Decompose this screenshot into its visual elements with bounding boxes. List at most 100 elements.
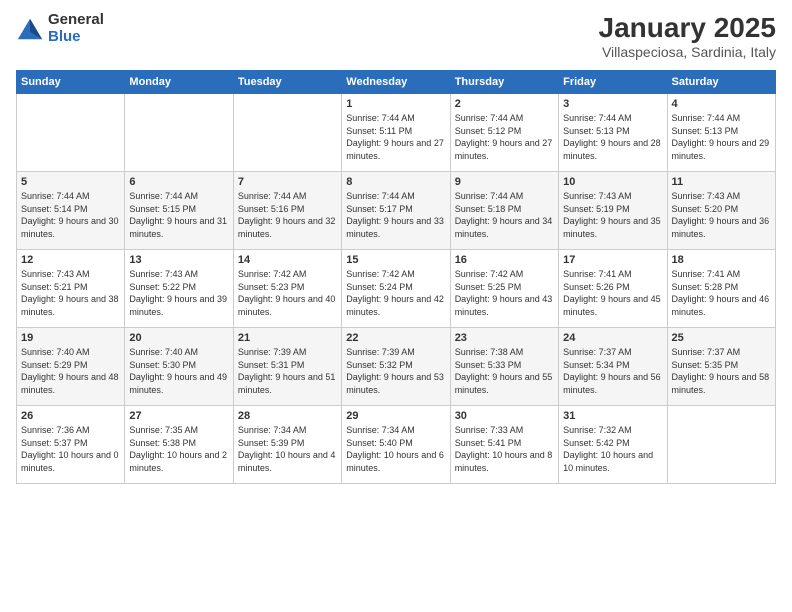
calendar-cell: 19Sunrise: 7:40 AM Sunset: 5:29 PM Dayli… <box>17 328 125 406</box>
logo-text: General Blue <box>48 12 104 45</box>
calendar-week-0: 1 Sunrise: 7:44 AM Sunset: 5:11 PM Daylig… <box>17 94 776 172</box>
page: General Blue January 2025 Villaspeciosa,… <box>0 0 792 612</box>
col-friday: Friday <box>559 71 667 94</box>
day-info: Sunrise: 7:42 AM Sunset: 5:24 PM Dayligh… <box>346 268 445 318</box>
col-tuesday: Tuesday <box>233 71 341 94</box>
calendar-cell: 29 Sunrise: 7:34 AM Sunset: 5:40 PM Dayli… <box>342 406 450 484</box>
col-thursday: Thursday <box>450 71 558 94</box>
calendar-cell: 2Sunrise: 7:44 AM Sunset: 5:12 PM Daylig… <box>450 94 558 172</box>
calendar-week-4: 26 Sunrise: 7:36 AM Sunset: 5:37 PM Dayli… <box>17 406 776 484</box>
day-info: Sunrise: 7:36 AM Sunset: 5:37 PM Dayligh… <box>21 424 120 474</box>
day-number: 12 <box>21 254 120 266</box>
calendar-cell: 10Sunrise: 7:43 AM Sunset: 5:19 PM Dayli… <box>559 172 667 250</box>
day-info: Sunrise: 7:40 AM Sunset: 5:29 PM Dayligh… <box>21 346 120 396</box>
day-number: 5 <box>21 176 120 188</box>
day-number: 17 <box>563 254 662 266</box>
day-info: Sunrise: 7:44 AM Sunset: 5:13 PM Dayligh… <box>563 112 662 162</box>
day-number: 4 <box>672 98 771 110</box>
calendar-cell: 20 Sunrise: 7:40 AM Sunset: 5:30 PM Dayli… <box>125 328 233 406</box>
day-number: 15 <box>346 254 445 266</box>
calendar-cell: 22Sunrise: 7:39 AM Sunset: 5:32 PM Dayli… <box>342 328 450 406</box>
calendar-cell: 12 Sunrise: 7:43 AM Sunset: 5:21 PM Dayli… <box>17 250 125 328</box>
day-info: Sunrise: 7:43 AM Sunset: 5:21 PM Dayligh… <box>21 268 120 318</box>
calendar-cell: 16 Sunrise: 7:42 AM Sunset: 5:25 PM Dayli… <box>450 250 558 328</box>
day-info: Sunrise: 7:39 AM Sunset: 5:31 PM Dayligh… <box>238 346 337 396</box>
day-number: 20 <box>129 332 228 344</box>
calendar-week-1: 5 Sunrise: 7:44 AM Sunset: 5:14 PM Daylig… <box>17 172 776 250</box>
day-info: Sunrise: 7:32 AM Sunset: 5:42 PM Dayligh… <box>563 424 662 474</box>
calendar-cell: 9Sunrise: 7:44 AM Sunset: 5:18 PM Daylig… <box>450 172 558 250</box>
day-info: Sunrise: 7:44 AM Sunset: 5:16 PM Dayligh… <box>238 190 337 240</box>
calendar-cell: 21Sunrise: 7:39 AM Sunset: 5:31 PM Dayli… <box>233 328 341 406</box>
day-info: Sunrise: 7:40 AM Sunset: 5:30 PM Dayligh… <box>129 346 228 396</box>
calendar-cell <box>17 94 125 172</box>
calendar-cell: 4 Sunrise: 7:44 AM Sunset: 5:13 PM Daylig… <box>667 94 775 172</box>
calendar-week-2: 12 Sunrise: 7:43 AM Sunset: 5:21 PM Dayli… <box>17 250 776 328</box>
day-info: Sunrise: 7:44 AM Sunset: 5:11 PM Dayligh… <box>346 112 445 162</box>
month-title: January 2025 <box>599 12 776 44</box>
day-info: Sunrise: 7:34 AM Sunset: 5:40 PM Dayligh… <box>346 424 445 474</box>
day-number: 27 <box>129 410 228 422</box>
calendar-cell: 26 Sunrise: 7:36 AM Sunset: 5:37 PM Dayli… <box>17 406 125 484</box>
title-block: January 2025 Villaspeciosa, Sardinia, It… <box>599 12 776 60</box>
day-number: 8 <box>346 176 445 188</box>
calendar-cell: 6 Sunrise: 7:44 AM Sunset: 5:15 PM Daylig… <box>125 172 233 250</box>
calendar-cell: 3 Sunrise: 7:44 AM Sunset: 5:13 PM Daylig… <box>559 94 667 172</box>
calendar-cell: 24 Sunrise: 7:37 AM Sunset: 5:34 PM Dayli… <box>559 328 667 406</box>
calendar-cell <box>233 94 341 172</box>
calendar-cell: 7 Sunrise: 7:44 AM Sunset: 5:16 PM Daylig… <box>233 172 341 250</box>
day-number: 22 <box>346 332 445 344</box>
header: General Blue January 2025 Villaspeciosa,… <box>16 12 776 60</box>
calendar-cell: 5 Sunrise: 7:44 AM Sunset: 5:14 PM Daylig… <box>17 172 125 250</box>
day-info: Sunrise: 7:44 AM Sunset: 5:13 PM Dayligh… <box>672 112 771 162</box>
calendar-table: Sunday Monday Tuesday Wednesday Thursday… <box>16 70 776 484</box>
day-info: Sunrise: 7:43 AM Sunset: 5:22 PM Dayligh… <box>129 268 228 318</box>
day-number: 16 <box>455 254 554 266</box>
day-info: Sunrise: 7:43 AM Sunset: 5:19 PM Dayligh… <box>563 190 662 240</box>
calendar-cell: 14 Sunrise: 7:42 AM Sunset: 5:23 PM Dayli… <box>233 250 341 328</box>
day-info: Sunrise: 7:44 AM Sunset: 5:15 PM Dayligh… <box>129 190 228 240</box>
logo-icon <box>16 15 44 43</box>
col-saturday: Saturday <box>667 71 775 94</box>
day-info: Sunrise: 7:43 AM Sunset: 5:20 PM Dayligh… <box>672 190 771 240</box>
day-info: Sunrise: 7:37 AM Sunset: 5:34 PM Dayligh… <box>563 346 662 396</box>
day-info: Sunrise: 7:37 AM Sunset: 5:35 PM Dayligh… <box>672 346 771 396</box>
day-number: 2 <box>455 98 554 110</box>
calendar-cell: 28 Sunrise: 7:34 AM Sunset: 5:39 PM Dayli… <box>233 406 341 484</box>
calendar-cell: 18Sunrise: 7:41 AM Sunset: 5:28 PM Dayli… <box>667 250 775 328</box>
day-info: Sunrise: 7:42 AM Sunset: 5:25 PM Dayligh… <box>455 268 554 318</box>
day-info: Sunrise: 7:33 AM Sunset: 5:41 PM Dayligh… <box>455 424 554 474</box>
day-number: 24 <box>563 332 662 344</box>
col-wednesday: Wednesday <box>342 71 450 94</box>
day-number: 6 <box>129 176 228 188</box>
day-info: Sunrise: 7:41 AM Sunset: 5:28 PM Dayligh… <box>672 268 771 318</box>
day-info: Sunrise: 7:38 AM Sunset: 5:33 PM Dayligh… <box>455 346 554 396</box>
calendar-cell: 27Sunrise: 7:35 AM Sunset: 5:38 PM Dayli… <box>125 406 233 484</box>
day-number: 25 <box>672 332 771 344</box>
day-number: 28 <box>238 410 337 422</box>
day-number: 14 <box>238 254 337 266</box>
logo-blue-text: Blue <box>48 29 104 46</box>
day-number: 3 <box>563 98 662 110</box>
location-subtitle: Villaspeciosa, Sardinia, Italy <box>599 44 776 60</box>
day-number: 26 <box>21 410 120 422</box>
day-info: Sunrise: 7:44 AM Sunset: 5:14 PM Dayligh… <box>21 190 120 240</box>
day-number: 23 <box>455 332 554 344</box>
day-number: 11 <box>672 176 771 188</box>
day-number: 7 <box>238 176 337 188</box>
day-info: Sunrise: 7:44 AM Sunset: 5:17 PM Dayligh… <box>346 190 445 240</box>
header-row: Sunday Monday Tuesday Wednesday Thursday… <box>17 71 776 94</box>
day-info: Sunrise: 7:42 AM Sunset: 5:23 PM Dayligh… <box>238 268 337 318</box>
calendar-cell: 15 Sunrise: 7:42 AM Sunset: 5:24 PM Dayli… <box>342 250 450 328</box>
day-number: 9 <box>455 176 554 188</box>
logo-general-text: General <box>48 12 104 29</box>
day-number: 29 <box>346 410 445 422</box>
calendar-cell: 31Sunrise: 7:32 AM Sunset: 5:42 PM Dayli… <box>559 406 667 484</box>
day-info: Sunrise: 7:34 AM Sunset: 5:39 PM Dayligh… <box>238 424 337 474</box>
day-number: 1 <box>346 98 445 110</box>
calendar-header: Sunday Monday Tuesday Wednesday Thursday… <box>17 71 776 94</box>
calendar-body: 1 Sunrise: 7:44 AM Sunset: 5:11 PM Daylig… <box>17 94 776 484</box>
calendar-cell: 17Sunrise: 7:41 AM Sunset: 5:26 PM Dayli… <box>559 250 667 328</box>
calendar-cell: 11 Sunrise: 7:43 AM Sunset: 5:20 PM Dayli… <box>667 172 775 250</box>
calendar-cell: 23 Sunrise: 7:38 AM Sunset: 5:33 PM Dayli… <box>450 328 558 406</box>
